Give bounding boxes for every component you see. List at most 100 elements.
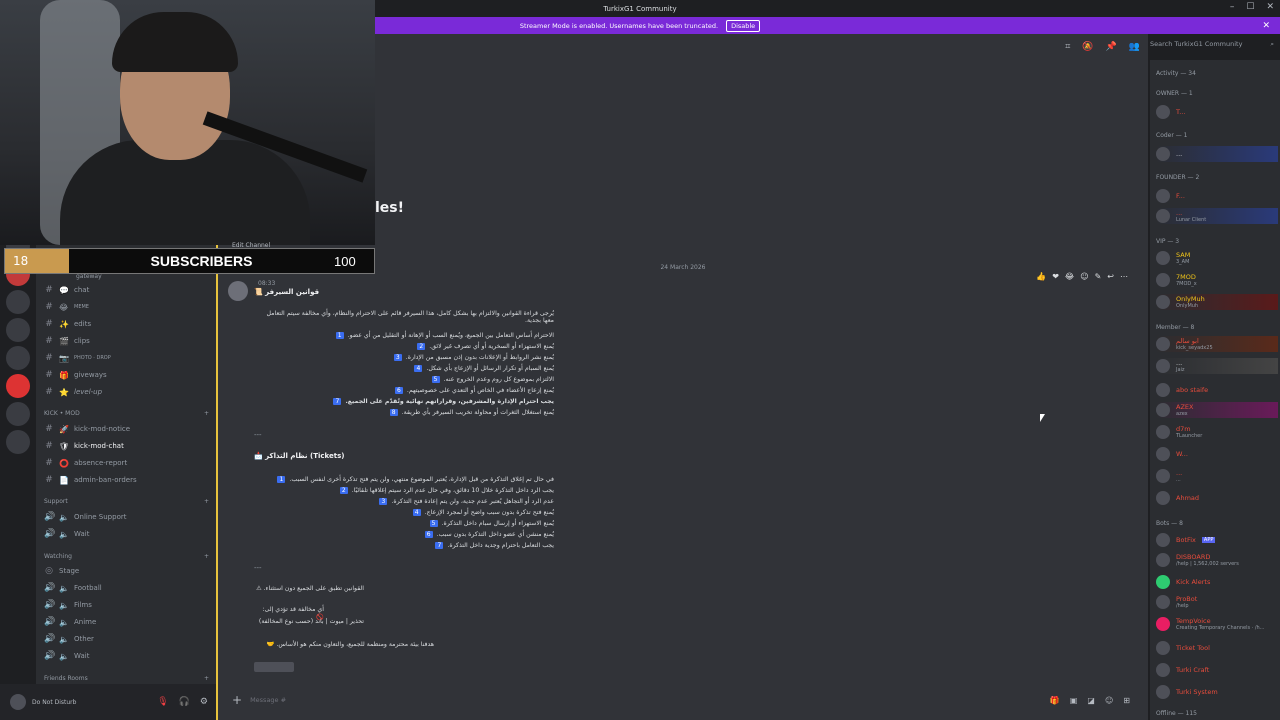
speaker-icon: 🔊 [44, 512, 56, 522]
hash-icon: # [45, 285, 53, 295]
category-support[interactable]: Support + [44, 498, 209, 505]
voice-online-support[interactable]: 🔊 🔈 Online Support [44, 509, 209, 525]
channel-giveways[interactable]: # 🎁 giveways [44, 367, 209, 383]
member-item[interactable]: Turki Craft [1156, 662, 1278, 678]
gear-icon[interactable]: ⚙ [200, 697, 208, 707]
channel-kick-mod-chat[interactable]: # 🛡 kick-mod-chat [44, 438, 209, 454]
voice-football[interactable]: 🔊 🔈 Football [44, 580, 209, 596]
maximize-icon[interactable]: ☐ [1246, 2, 1254, 12]
mic-muted-icon[interactable]: 🎙 [157, 697, 168, 707]
speaker-icon: 🔈 [59, 583, 69, 593]
heart-icon[interactable]: ❤ [1052, 272, 1059, 281]
channel-meme[interactable]: # 😂 MEME [44, 299, 209, 315]
server-icon[interactable] [6, 430, 30, 454]
member-item[interactable]: Ticket Tool [1156, 640, 1278, 656]
rule-item: 3 يُمنع نشر الروابط أو الإعلانات بدون إذن… [254, 352, 554, 363]
pin-icon[interactable]: 📌 [1106, 42, 1117, 52]
member-item[interactable]: Ahmad [1156, 490, 1278, 506]
member-item[interactable]: 7MOD 7MOD_x [1156, 272, 1278, 288]
sticker-icon[interactable]: ◪ [1087, 696, 1095, 705]
member-item[interactable]: ProBot/help [1156, 594, 1278, 610]
hash-icon: # [45, 302, 53, 312]
voice-wait[interactable]: 🔊 🔈 Wait [44, 526, 209, 542]
member-item[interactable]: DISBOARD/help | 1,562,002 servers [1156, 552, 1278, 568]
laugh-icon[interactable]: 😂 [1065, 272, 1074, 281]
member-item[interactable]: Kick Alerts [1156, 574, 1278, 590]
close-icon[interactable]: ✕ [1262, 21, 1270, 31]
avatar [1156, 337, 1170, 351]
hash-icon: # [45, 319, 53, 329]
channel-absence-report[interactable]: # ⭕ absence-report [44, 455, 209, 471]
bell-icon[interactable]: 🔕 [1082, 42, 1093, 52]
server-icon[interactable] [6, 290, 30, 314]
search-icon: ⌕ [1270, 40, 1274, 48]
shield-icon: 🛡 [59, 441, 70, 451]
plus-icon[interactable]: + [204, 410, 209, 417]
voice-stage[interactable]: ◎ Stage [44, 563, 209, 579]
member-item[interactable]: abo staife [1156, 382, 1278, 398]
minimize-icon[interactable]: – [1230, 2, 1235, 12]
threads-icon[interactable]: ⌗ [1065, 42, 1070, 52]
channel-kick-mod-notice[interactable]: # 🚀 kick-mod-notice [44, 421, 209, 437]
voice-wait-2[interactable]: 🔊 🔈 Wait [44, 648, 209, 664]
member-item[interactable]: F... [1156, 188, 1278, 204]
plus-icon[interactable]: + [232, 693, 242, 707]
voice-anime[interactable]: 🔊 🔈 Anime [44, 614, 209, 630]
members-icon[interactable]: 👥 [1129, 42, 1140, 52]
member-item[interactable]: Turki System [1156, 684, 1278, 700]
star-icon: ⭐ [59, 387, 69, 397]
voice-other[interactable]: 🔊 🔈 Other [44, 631, 209, 647]
channel-clips[interactable]: # 🎬 clips [44, 333, 209, 349]
server-icon[interactable] [6, 374, 30, 398]
server-icon[interactable] [6, 402, 30, 426]
apps-icon[interactable]: ⊞ [1123, 696, 1130, 705]
category-kick-mod[interactable]: KICK • MOD + [44, 410, 209, 417]
avatar[interactable] [10, 694, 26, 710]
member-item[interactable]: T... [1156, 104, 1278, 120]
footer-line: هدفنا بيئة محترمة ومنظمة للجميع، والتعاو… [266, 641, 434, 648]
member-item[interactable]: ابو سالم kick_seyadx25 [1156, 336, 1278, 352]
avatar[interactable] [228, 281, 248, 301]
plus-icon[interactable]: + [204, 675, 209, 682]
search-input[interactable]: Search TurkixG1 Community ⌕ [1150, 40, 1274, 54]
member-item[interactable]: BotFix APP [1156, 532, 1278, 548]
server-icon[interactable] [6, 318, 30, 342]
member-item[interactable]: ...... [1156, 468, 1278, 484]
category-watching[interactable]: Watching + [44, 553, 209, 560]
more-icon[interactable]: ⋯ [1120, 272, 1128, 281]
reply-icon[interactable]: ↩ [1107, 272, 1114, 281]
member-item[interactable]: W... [1156, 446, 1278, 462]
gift-icon[interactable]: 🎁 [1050, 696, 1060, 705]
thumbs-up-icon[interactable]: 👍 [1036, 272, 1046, 281]
message-composer[interactable]: + Message # [232, 690, 1136, 710]
edit-icon[interactable]: ✎ [1095, 272, 1102, 281]
channel-edits[interactable]: # ✨ edits [44, 316, 209, 332]
emoji-icon[interactable]: ☺ [1105, 696, 1113, 705]
ticket-rule: 6 يُمنع منشن أي عضو داخل التذكرة بدون سبب… [254, 529, 554, 540]
channel-chat[interactable]: # 💬 chat [44, 282, 209, 298]
attachment-placeholder[interactable] [254, 662, 294, 672]
member-item[interactable]: ... [1156, 146, 1278, 162]
member-item[interactable]: TempVoice Creating Temporary Channels · /… [1156, 616, 1278, 632]
close-icon[interactable]: ✕ [1266, 2, 1274, 12]
disable-button[interactable]: Disable [726, 19, 761, 32]
voice-films[interactable]: 🔊 🔈 Films [44, 597, 209, 613]
member-item[interactable]: ... Lunar Client [1156, 208, 1278, 224]
category-friends-rooms[interactable]: Friends Rooms + [44, 675, 209, 682]
member-item[interactable]: d7m TLauncher [1156, 424, 1278, 440]
add-reaction-icon[interactable]: ☺ [1080, 272, 1088, 281]
member-item[interactable]: OnlyMuh OnlyMuh [1156, 294, 1278, 310]
member-item[interactable]: AZEX azex [1156, 402, 1278, 418]
server-icon[interactable] [6, 346, 30, 370]
ticket-rule: 3 عدم الرد أو التجاهل يُعتبر عدم جدية، ول… [254, 496, 554, 507]
channel-admin-ban-orders[interactable]: # 📄 admin-ban-orders [44, 472, 209, 488]
headphones-icon[interactable]: 🎧 [179, 697, 190, 707]
gif-icon[interactable]: ▣ [1070, 696, 1078, 705]
plus-icon[interactable]: + [204, 553, 209, 560]
divider: --- [254, 564, 262, 572]
member-item[interactable]: SAM 3_AM [1156, 250, 1278, 266]
channel-photo-drop[interactable]: # 📷 PHOTO · DROP [44, 350, 209, 366]
member-item[interactable]: ... Jaiz [1156, 358, 1278, 374]
channel-level-up[interactable]: # ⭐ level-up [44, 384, 209, 400]
plus-icon[interactable]: + [204, 498, 209, 505]
